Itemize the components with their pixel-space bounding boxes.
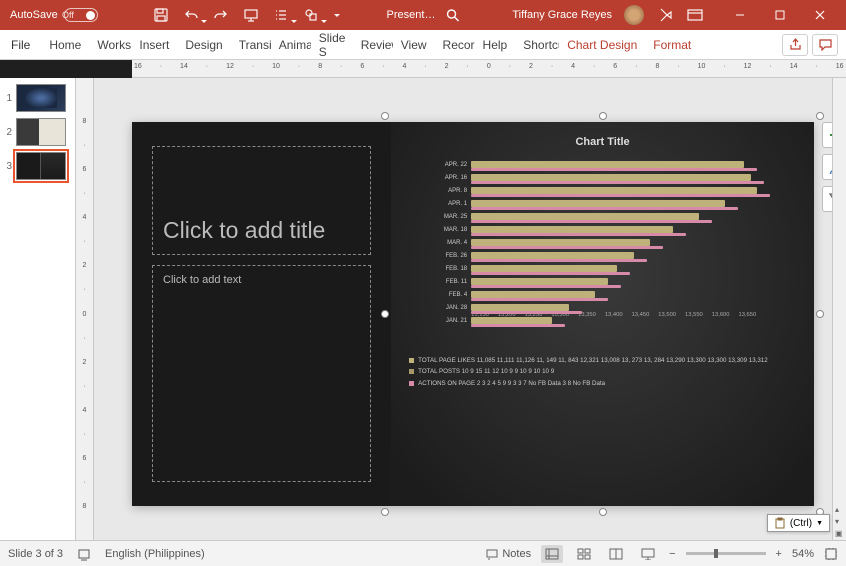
slide-canvas[interactable]: Click to add title Click to add text Cha… bbox=[94, 78, 846, 540]
ribbon-mode-icon[interactable] bbox=[686, 6, 704, 24]
present-icon[interactable] bbox=[242, 6, 260, 24]
qat-more-icon[interactable] bbox=[332, 6, 342, 24]
slide-thumb-2[interactable] bbox=[16, 118, 66, 146]
ribbon-tabs: File Home Works Insert Design Transit An… bbox=[0, 30, 846, 60]
autosave-state: Off bbox=[62, 10, 74, 20]
slide-indicator[interactable]: Slide 3 of 3 bbox=[8, 548, 63, 560]
tab-home[interactable]: Home bbox=[41, 30, 89, 59]
vertical-ruler: 8·6· 4·2· 0·2· 4·6· 8 bbox=[76, 78, 94, 540]
slide-left-panel: Click to add title Click to add text bbox=[132, 122, 391, 506]
undo-icon[interactable] bbox=[182, 6, 200, 24]
title-center: Present… bbox=[387, 8, 460, 22]
user-name: Tiffany Grace Reyes bbox=[512, 9, 612, 21]
zoom-in-button[interactable]: + bbox=[776, 548, 782, 560]
chart-object[interactable]: Chart Title APR. 22APR. 16APR. 8APR. 1MA… bbox=[391, 122, 814, 506]
tab-insert[interactable]: Insert bbox=[131, 30, 177, 59]
body-placeholder[interactable]: Click to add text bbox=[152, 265, 371, 482]
share-button[interactable] bbox=[782, 34, 808, 56]
horizontal-ruler: 16· 14· 12· 10· 8· 6· 4· 2· 0· 2· 4· 6· … bbox=[132, 60, 846, 78]
comments-button[interactable] bbox=[812, 34, 838, 56]
slide-thumb-3[interactable] bbox=[16, 152, 66, 180]
coming-soon-icon[interactable] bbox=[656, 6, 674, 24]
tab-workspace[interactable]: Works bbox=[89, 30, 131, 59]
tab-slideshow[interactable]: Slide S bbox=[311, 30, 353, 59]
user-avatar[interactable] bbox=[624, 5, 644, 25]
redo-icon[interactable] bbox=[212, 6, 230, 24]
tab-animations[interactable]: Animat bbox=[271, 30, 311, 59]
paste-options-button[interactable]: (Ctrl) ▼ bbox=[767, 514, 830, 532]
chart-legend: TOTAL PAGE LIKES 11,085 11,111 11,126 11… bbox=[409, 356, 796, 388]
slide-thumb-1[interactable] bbox=[16, 84, 66, 112]
autosave-toggle[interactable]: AutoSave Off bbox=[0, 8, 108, 22]
main-area: 1 2 3 8·6· 4·2· 0·2· 4·6· 8 Click to add… bbox=[0, 78, 846, 540]
normal-view-button[interactable] bbox=[541, 545, 563, 563]
fit-to-window-button[interactable] bbox=[824, 547, 838, 561]
maximize-button[interactable] bbox=[760, 0, 800, 30]
titlebar: AutoSave Off Present… Tiffany Grace Reye… bbox=[0, 0, 846, 30]
tab-review[interactable]: Review bbox=[353, 30, 393, 59]
tab-design[interactable]: Design bbox=[177, 30, 230, 59]
chart-title: Chart Title bbox=[409, 136, 796, 148]
zoom-level[interactable]: 54% bbox=[792, 548, 814, 560]
tab-view[interactable]: View bbox=[393, 30, 435, 59]
tab-help[interactable]: Help bbox=[475, 30, 516, 59]
qat bbox=[152, 6, 342, 24]
document-title: Present… bbox=[387, 9, 436, 21]
save-icon[interactable] bbox=[152, 6, 170, 24]
tab-recording[interactable]: Record bbox=[435, 30, 475, 59]
reading-view-button[interactable] bbox=[605, 545, 627, 563]
title-placeholder[interactable]: Click to add title bbox=[152, 146, 371, 255]
vertical-scrollbar[interactable]: ▴ ▾ ▣ bbox=[832, 78, 846, 540]
chart-plot-area: APR. 22APR. 16APR. 8APR. 1MAR. 25MAR. 18… bbox=[439, 158, 796, 308]
zoom-slider[interactable] bbox=[686, 552, 766, 555]
sorter-view-button[interactable] bbox=[573, 545, 595, 563]
list-icon[interactable] bbox=[272, 6, 290, 24]
tab-file[interactable]: File bbox=[0, 30, 41, 59]
tab-shortcuts[interactable]: Shortcu bbox=[515, 30, 559, 59]
search-button[interactable] bbox=[445, 8, 459, 22]
language-indicator[interactable]: English (Philippines) bbox=[105, 548, 205, 560]
autosave-label: AutoSave bbox=[10, 9, 58, 21]
close-button[interactable] bbox=[800, 0, 840, 30]
status-bar: Slide 3 of 3 English (Philippines) Notes… bbox=[0, 540, 846, 566]
accessibility-icon[interactable] bbox=[77, 547, 91, 561]
tab-format[interactable]: Format bbox=[645, 30, 699, 59]
zoom-out-button[interactable]: − bbox=[669, 548, 675, 560]
shapes-icon[interactable] bbox=[302, 6, 320, 24]
minimize-button[interactable] bbox=[720, 0, 760, 30]
slide: Click to add title Click to add text Cha… bbox=[132, 122, 814, 506]
notes-button[interactable]: Notes bbox=[486, 548, 531, 560]
slideshow-view-button[interactable] bbox=[637, 545, 659, 563]
tab-transitions[interactable]: Transit bbox=[231, 30, 271, 59]
slide-panel: 1 2 3 bbox=[0, 78, 76, 540]
title-right: Tiffany Grace Reyes bbox=[512, 0, 846, 30]
tab-chart-design[interactable]: Chart Design bbox=[559, 30, 645, 59]
